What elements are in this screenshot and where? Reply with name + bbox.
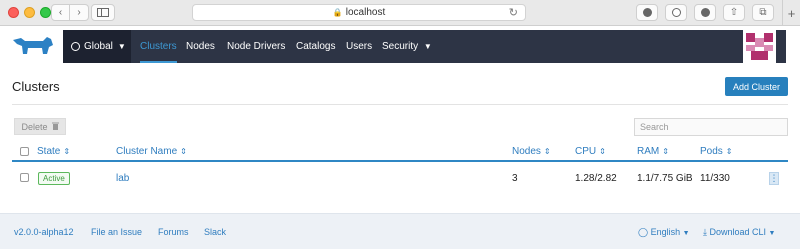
download-icon[interactable] bbox=[636, 4, 658, 21]
column-nodes[interactable]: Nodes ⇕ bbox=[512, 146, 551, 157]
nav-item-security[interactable]: Security ▼ bbox=[382, 30, 432, 63]
globe-icon bbox=[71, 42, 80, 51]
delete-button[interactable]: Delete bbox=[14, 118, 66, 135]
column-pods[interactable]: Pods ⇕ bbox=[700, 146, 733, 157]
table-header: State ⇕ Cluster Name ⇕ Nodes ⇕ CPU ⇕ RAM ⇕ Po… bbox=[12, 141, 788, 162]
rancher-logo-icon[interactable] bbox=[11, 34, 55, 58]
language-selector[interactable]: ◯ English ▼ bbox=[638, 227, 690, 238]
browser-actions: ⇧ ⧉ bbox=[636, 4, 774, 21]
version-link[interactable]: v2.0.0-alpha12 bbox=[14, 227, 74, 237]
back-icon[interactable]: ‹ bbox=[51, 4, 70, 21]
sort-icon: ⇕ bbox=[543, 147, 551, 156]
address-bar[interactable]: 🔒 localhost ↻ bbox=[192, 4, 526, 21]
chevron-down-icon: ▼ bbox=[117, 42, 126, 51]
main-nav: Global ▼ Clusters Nodes Node Drivers Cat… bbox=[63, 30, 786, 63]
globe-icon: ◯ bbox=[638, 227, 649, 237]
search-input[interactable] bbox=[634, 118, 788, 136]
forums-link[interactable]: Forums bbox=[158, 227, 189, 237]
trash-icon bbox=[51, 122, 59, 132]
cell-ram: 1.1/7.75 GiB bbox=[637, 173, 693, 184]
close-window-button[interactable] bbox=[8, 7, 19, 18]
chevron-down-icon: ▼ bbox=[423, 42, 432, 51]
column-ram[interactable]: RAM ⇕ bbox=[637, 146, 669, 157]
row-checkbox[interactable] bbox=[20, 173, 29, 182]
sort-icon: ⇕ bbox=[662, 147, 669, 156]
download-cli-label: Download CLI bbox=[709, 227, 767, 237]
footer: v2.0.0-alpha12 File an Issue Forums Slac… bbox=[0, 213, 800, 249]
column-cpu[interactable]: CPU ⇕ bbox=[575, 146, 606, 157]
share-icon[interactable]: ⇧ bbox=[723, 4, 745, 21]
page-title: Clusters bbox=[12, 79, 60, 94]
window-controls bbox=[8, 7, 51, 18]
chevron-down-icon: ▼ bbox=[768, 230, 776, 237]
app-header: Global ▼ Clusters Nodes Node Drivers Cat… bbox=[0, 26, 800, 66]
delete-label: Delete bbox=[21, 121, 48, 132]
sort-icon: ⇕ bbox=[180, 147, 187, 156]
sort-icon: ⇕ bbox=[725, 147, 733, 156]
sort-icon: ⇕ bbox=[63, 147, 71, 156]
column-state[interactable]: State ⇕ bbox=[37, 146, 70, 157]
status-badge: Active bbox=[38, 172, 70, 185]
add-cluster-button[interactable]: Add Cluster bbox=[725, 77, 788, 96]
nav-item-users[interactable]: Users bbox=[346, 30, 372, 63]
url-text: localhost bbox=[345, 7, 386, 18]
select-all-checkbox[interactable] bbox=[20, 147, 29, 156]
sidebar-icon[interactable] bbox=[91, 4, 115, 21]
slack-link[interactable]: Slack bbox=[204, 227, 226, 237]
nav-item-catalogs[interactable]: Catalogs bbox=[296, 30, 335, 63]
divider bbox=[12, 104, 788, 105]
chevron-down-icon: ▼ bbox=[682, 230, 690, 237]
security-label: Security bbox=[382, 41, 419, 52]
file-issue-link[interactable]: File an Issue bbox=[91, 227, 142, 237]
zoom-window-button[interactable] bbox=[40, 7, 51, 18]
nav-item-clusters[interactable]: Clusters bbox=[140, 30, 177, 63]
user-avatar[interactable] bbox=[743, 30, 776, 63]
reload-icon[interactable]: ↻ bbox=[509, 6, 518, 19]
cell-cpu: 1.28/2.82 bbox=[575, 173, 617, 184]
tabs-icon[interactable]: ⧉ bbox=[752, 4, 774, 21]
history-buttons: ‹ › bbox=[51, 4, 89, 21]
browser-toolbar: ‹ › 🔒 localhost ↻ ⇧ ⧉ + bbox=[0, 0, 800, 26]
column-cluster-name[interactable]: Cluster Name ⇕ bbox=[116, 146, 187, 157]
lock-icon: 🔒 bbox=[332, 8, 343, 17]
extension-icon[interactable] bbox=[694, 4, 716, 21]
table-row: Active lab 3 1.28/2.82 1.1/7.75 GiB 11/3… bbox=[12, 164, 788, 193]
global-label: Global bbox=[84, 41, 113, 52]
language-label: English bbox=[650, 227, 681, 237]
info-icon[interactable] bbox=[665, 4, 687, 21]
cluster-name-link[interactable]: lab bbox=[116, 173, 129, 184]
global-scope-selector[interactable]: Global ▼ bbox=[63, 30, 131, 63]
forward-icon[interactable]: › bbox=[70, 4, 89, 21]
row-actions-icon[interactable]: ⋮ bbox=[769, 172, 779, 185]
nav-item-nodes[interactable]: Nodes bbox=[186, 30, 215, 63]
minimize-window-button[interactable] bbox=[24, 7, 35, 18]
cell-pods: 11/330 bbox=[700, 173, 730, 184]
nav-item-node-drivers[interactable]: Node Drivers bbox=[227, 30, 285, 63]
plus-icon[interactable]: + bbox=[782, 0, 800, 26]
cell-nodes: 3 bbox=[512, 173, 518, 184]
download-cli-link[interactable]: ⤓ Download CLI ▼ bbox=[703, 227, 775, 238]
sort-icon: ⇕ bbox=[599, 147, 606, 156]
download-icon: ⤓ bbox=[703, 227, 707, 237]
